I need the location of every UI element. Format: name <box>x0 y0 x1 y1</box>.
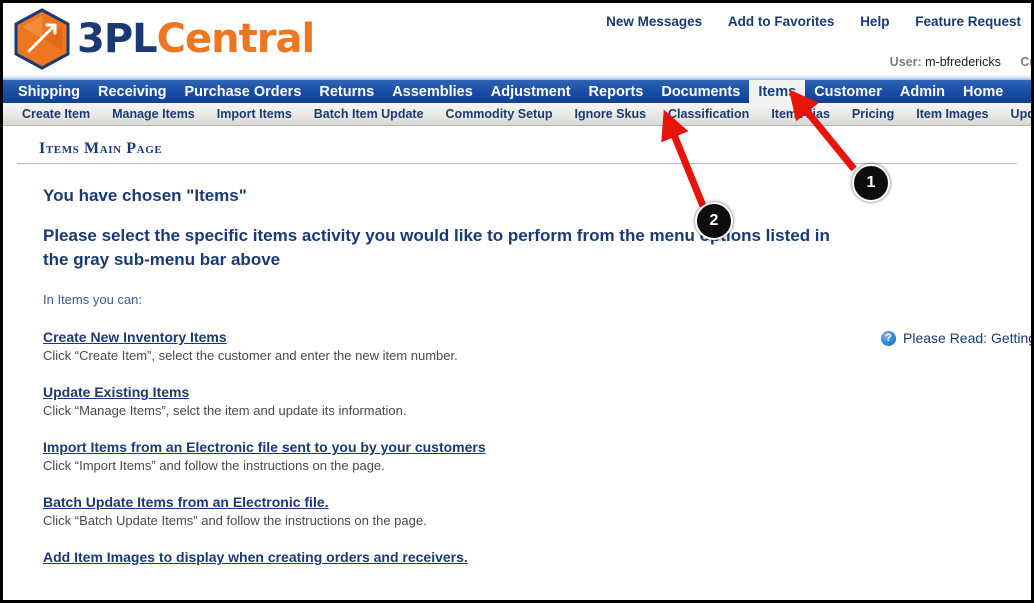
feature-request-link[interactable]: Feature Request <box>915 14 1021 29</box>
link-block-import-items: Import Items from an Electronic file sen… <box>43 439 1031 473</box>
heading-chosen: You have chosen "Items" <box>43 186 247 205</box>
link-block-add-item-images: Add Item Images to display when creating… <box>43 549 1031 568</box>
user-name: m-bfredericks <box>925 55 1001 69</box>
page-title: Items Main Page <box>39 140 163 157</box>
subnav-manage-items[interactable]: Manage Items <box>101 107 206 121</box>
link-block-batch-update-items: Batch Update Items from an Electronic fi… <box>43 494 1031 528</box>
subnav-commodity-setup[interactable]: Commodity Setup <box>435 107 564 121</box>
main-navigation: Shipping Receiving Purchase Orders Retur… <box>3 80 1031 103</box>
page-header: 3PLCentral New Messages Add to Favorites… <box>3 3 1031 75</box>
link-add-item-images[interactable]: Add Item Images to display when creating… <box>43 549 468 565</box>
nav-customer[interactable]: Customer <box>805 80 891 103</box>
nav-reports[interactable]: Reports <box>580 80 653 103</box>
subnav-update-storage[interactable]: Update Storag <box>1000 107 1031 121</box>
subnav-item-alias[interactable]: Item Alias <box>760 107 841 121</box>
link-desc-create-new-inventory-items: Click “Create Item”, select the customer… <box>43 348 458 364</box>
nav-assemblies[interactable]: Assemblies <box>383 80 482 103</box>
subnav-create-item[interactable]: Create Item <box>11 107 101 121</box>
intro-text: In Items you can: <box>43 292 142 308</box>
brand-name-3pl: 3PL <box>77 16 158 62</box>
link-create-new-inventory-items[interactable]: Create New Inventory Items <box>43 329 227 345</box>
help-link[interactable]: Help <box>860 14 889 29</box>
nav-documents[interactable]: Documents <box>652 80 749 103</box>
subnav-pricing[interactable]: Pricing <box>841 107 905 121</box>
please-read-text: Please Read: Getting <box>903 330 1034 346</box>
sub-navigation: Create Item Manage Items Import Items Ba… <box>3 103 1031 126</box>
subnav-item-images[interactable]: Item Images <box>905 107 999 121</box>
page-title-area: Items Main Page <box>17 140 1017 164</box>
nav-returns[interactable]: Returns <box>310 80 383 103</box>
question-mark-icon: ? <box>881 330 896 346</box>
nav-items[interactable]: Items <box>749 80 806 103</box>
user-info-line: User: m-bfredericks Cu <box>889 55 1031 69</box>
nav-shipping[interactable]: Shipping <box>9 80 89 103</box>
nav-adjustment[interactable]: Adjustment <box>482 80 580 103</box>
page-body: You have chosen "Items" Please select th… <box>3 164 1031 568</box>
link-batch-update-items[interactable]: Batch Update Items from an Electronic fi… <box>43 494 329 510</box>
please-read-notice[interactable]: ? Please Read: Getting <box>881 330 1034 346</box>
link-block-update-items: Update Existing Items Click “Manage Item… <box>43 384 1031 418</box>
nav-purchase-orders[interactable]: Purchase Orders <box>176 80 311 103</box>
nav-admin[interactable]: Admin <box>891 80 954 103</box>
nav-home[interactable]: Home <box>954 80 1012 103</box>
add-to-favorites-link[interactable]: Add to Favorites <box>728 14 835 29</box>
link-import-items[interactable]: Import Items from an Electronic file sen… <box>43 439 486 455</box>
header-links: New Messages Add to Favorites Help Featu… <box>584 14 1021 29</box>
brand-wordmark: 3PLCentral <box>77 16 316 62</box>
link-update-existing-items[interactable]: Update Existing Items <box>43 384 189 400</box>
link-desc-update-existing-items: Click “Manage Items”, selct the item and… <box>43 403 407 419</box>
subnav-classification[interactable]: Classification <box>657 107 760 121</box>
subnav-import-items[interactable]: Import Items <box>206 107 303 121</box>
new-messages-link[interactable]: New Messages <box>606 14 702 29</box>
app-window: 3PLCentral New Messages Add to Favorites… <box>0 0 1034 603</box>
subnav-ignore-skus[interactable]: Ignore Skus <box>563 107 657 121</box>
nav-receiving[interactable]: Receiving <box>89 80 176 103</box>
link-desc-import-items: Click “Import Items” and follow the inst… <box>43 458 385 474</box>
brand-logo[interactable]: 3PLCentral <box>11 7 316 71</box>
page-content: Items Main Page You have chosen "Items" … <box>3 140 1031 568</box>
user-label: User: <box>889 55 922 69</box>
brand-name-central: Central <box>156 16 316 62</box>
orange-cube-logo-icon <box>14 8 70 70</box>
link-desc-batch-update-items: Click “Batch Update Items” and follow th… <box>43 513 427 529</box>
subnav-batch-item-update[interactable]: Batch Item Update <box>303 107 435 121</box>
heading-instruction: Please select the specific items activit… <box>43 226 830 270</box>
customer-label-truncated: Cu <box>1020 55 1031 69</box>
